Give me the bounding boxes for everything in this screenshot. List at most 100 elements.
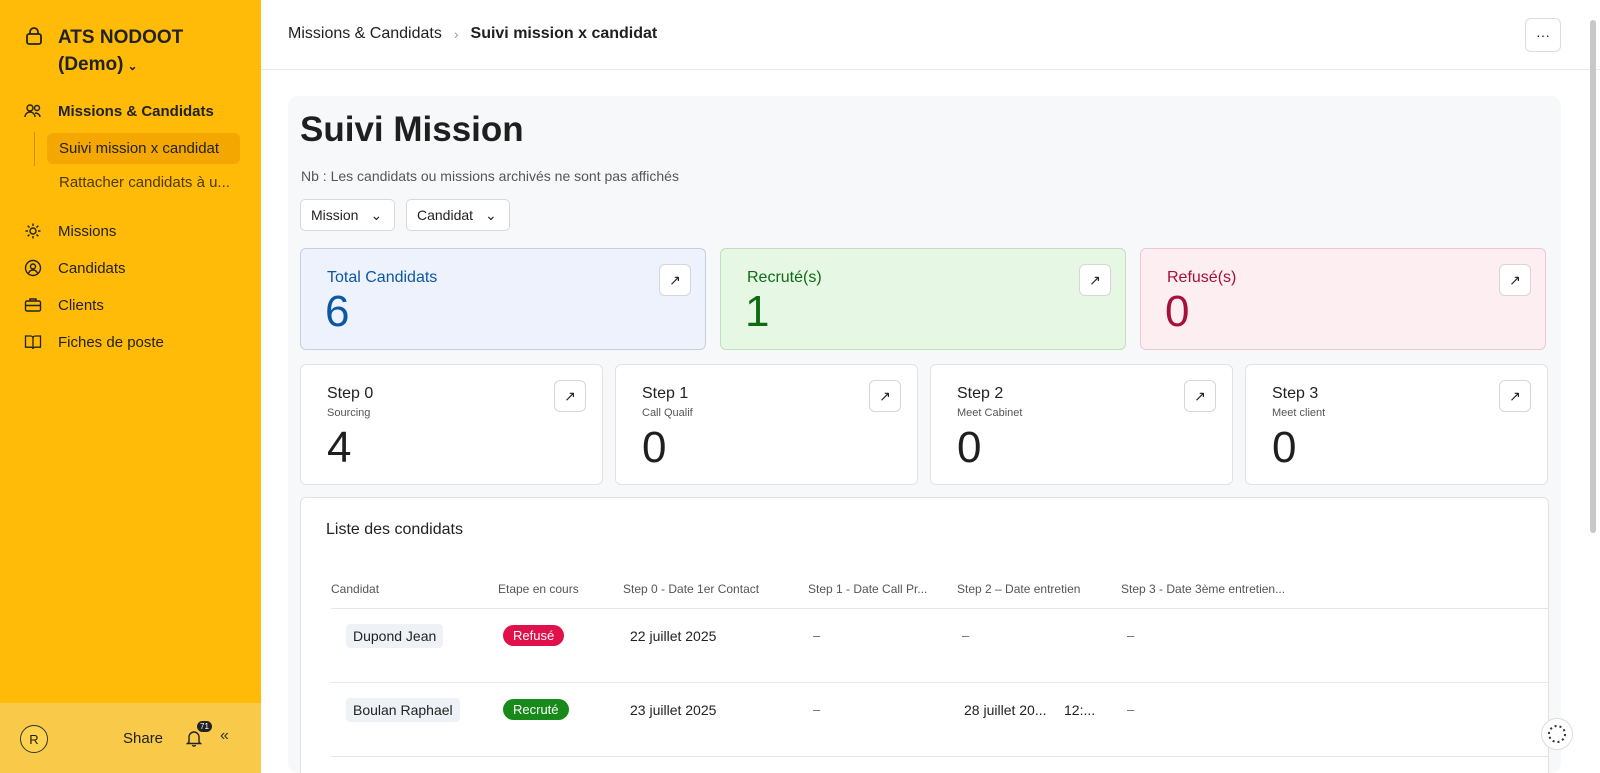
avatar[interactable]: R: [20, 725, 48, 753]
filter-label: Mission: [311, 207, 359, 223]
loading-spinner-icon: [1541, 718, 1573, 750]
open-arrow-icon[interactable]: ↗: [659, 264, 691, 296]
column-header-step0[interactable]: Step 0 - Date 1er Contact: [623, 582, 759, 596]
subnav-divider: [34, 132, 35, 166]
top-bar: Missions & Candidats › Suivi mission x c…: [261, 0, 1600, 70]
column-header-etape[interactable]: Etape en cours: [498, 582, 579, 596]
sidebar-item-label: Candidats: [58, 259, 126, 277]
column-header-step3[interactable]: Step 3 - Date 3ème entretien...: [1121, 582, 1285, 596]
notification-count-badge: 71: [197, 721, 212, 732]
step-label: Step 2: [957, 385, 1004, 402]
sidebar-item-suivi-mission[interactable]: Suivi mission x candidat: [47, 133, 240, 164]
step-value: 0: [642, 423, 667, 472]
sidebar-footer: R Share 71 «: [0, 703, 261, 773]
table-divider: [331, 756, 1549, 757]
sidebar-item-label: Missions: [58, 222, 117, 240]
page-note: Nb : Les candidats ou missions archivés …: [301, 168, 679, 184]
kpi-label: Recruté(s): [747, 269, 822, 286]
open-arrow-icon[interactable]: ↗: [869, 380, 901, 412]
step-sublabel: Sourcing: [327, 407, 371, 419]
table-divider: [331, 682, 1549, 683]
bell-icon[interactable]: [186, 729, 202, 747]
chevron-down-icon: ⌄: [485, 206, 497, 223]
spinner-icon: [1548, 725, 1566, 743]
kpi-value: 1: [745, 287, 770, 336]
table-divider: [331, 608, 1549, 609]
candidate-chip[interactable]: Dupond Jean: [346, 624, 444, 648]
breadcrumb-parent[interactable]: Missions & Candidats: [288, 25, 442, 43]
kpi-refuses: Refusé(s) 0 ↗: [1140, 248, 1546, 350]
sidebar-section-missions-candidats[interactable]: Missions & Candidats: [24, 102, 214, 120]
table-cell-step0: 22 juillet 2025: [630, 628, 717, 644]
workspace-name-line2: (Demo): [58, 54, 124, 75]
open-arrow-icon[interactable]: ↗: [554, 380, 586, 412]
candidat-filter-dropdown[interactable]: Candidat ⌄: [406, 199, 510, 231]
book-icon: [24, 335, 42, 350]
chevron-right-icon: ›: [453, 26, 459, 42]
column-header-step2[interactable]: Step 2 – Date entretien: [957, 582, 1080, 596]
briefcase-icon: [24, 298, 42, 312]
sidebar-item-clients[interactable]: Clients: [24, 296, 104, 314]
sidebar-item-rattacher-candidats[interactable]: Rattacher candidats à u...: [59, 174, 239, 191]
step-sublabel: Meet client: [1272, 407, 1326, 419]
lock-icon: [26, 27, 42, 45]
chevron-down-icon: ⌄: [127, 59, 138, 73]
kpi-label: Refusé(s): [1167, 269, 1237, 286]
sidebar-item-label: Fiches de poste: [58, 333, 164, 351]
table-cell-step3: –: [1127, 702, 1135, 717]
sidebar-item-label: Clients: [58, 296, 104, 314]
column-header-candidat[interactable]: Candidat: [331, 582, 379, 596]
page-title: Suivi Mission: [300, 110, 524, 149]
kpi-total-candidats: Total Candidats 6 ↗: [300, 248, 706, 350]
people-icon: [24, 104, 41, 118]
table-cell-step2: 28 juillet 20...: [964, 702, 1047, 718]
status-badge: Refusé: [503, 625, 565, 646]
filter-label: Candidat: [417, 207, 474, 223]
step-value: 4: [327, 423, 352, 472]
open-arrow-icon[interactable]: ↗: [1184, 380, 1216, 412]
status-badge: Recruté: [503, 699, 569, 720]
table-cell-step2: –: [962, 628, 970, 643]
step-label: Step 0: [327, 385, 374, 402]
step-sublabel: Meet Cabinet: [957, 407, 1023, 419]
sidebar-item-missions[interactable]: Missions: [24, 222, 116, 240]
list-title: Liste des condidats: [326, 521, 463, 538]
breadcrumb: Missions & Candidats › Suivi mission x c…: [288, 25, 657, 43]
step-value: 0: [1272, 423, 1297, 472]
open-arrow-icon[interactable]: ↗: [1499, 264, 1531, 296]
sidebar-item-candidats[interactable]: Candidats: [24, 259, 126, 277]
workspace-switcher[interactable]: ATS NODOOT (Demo) ⌄: [24, 24, 183, 80]
kpi-label: Total Candidats: [327, 269, 438, 286]
mission-filter-dropdown[interactable]: Mission ⌄: [300, 199, 395, 231]
step-label: Step 3: [1272, 385, 1319, 402]
step-label: Step 1: [642, 385, 689, 402]
chevron-down-icon: ⌄: [370, 206, 383, 223]
step-card-0: Step 0 Sourcing 4 ↗: [300, 364, 603, 485]
breadcrumb-current: Suivi mission x candidat: [470, 25, 658, 42]
kpi-recrutes: Recruté(s) 1 ↗: [720, 248, 1126, 350]
table-cell-step2-time: 12:...: [1064, 702, 1096, 718]
user-circle-icon: [24, 259, 42, 277]
step-sublabel: Call Qualif: [642, 407, 693, 419]
workspace-name-line1: ATS NODOOT: [58, 27, 184, 48]
more-options-button[interactable]: ···: [1525, 18, 1561, 52]
kpi-value: 6: [325, 287, 350, 336]
kpi-value: 0: [1165, 287, 1190, 336]
table-cell-step1: –: [813, 628, 821, 643]
table-cell-step3: –: [1127, 628, 1135, 643]
open-arrow-icon[interactable]: ↗: [1079, 264, 1111, 296]
page-scrollbar[interactable]: [1590, 20, 1596, 533]
step-card-3: Step 3 Meet client 0 ↗: [1245, 364, 1548, 485]
column-header-step1[interactable]: Step 1 - Date Call Pr...: [808, 582, 927, 596]
open-arrow-icon[interactable]: ↗: [1499, 380, 1531, 412]
gear-icon: [25, 223, 41, 239]
step-value: 0: [957, 423, 982, 472]
candidate-list-card: [300, 497, 1549, 773]
collapse-sidebar-icon[interactable]: «: [220, 727, 229, 745]
candidate-chip[interactable]: Boulan Raphael: [346, 698, 460, 722]
sidebar-item-fiches-de-poste[interactable]: Fiches de poste: [24, 333, 164, 351]
sidebar: ATS NODOOT (Demo) ⌄ Missions & Candidats …: [0, 0, 261, 773]
share-button[interactable]: Share: [123, 730, 163, 747]
sidebar-section-label: Missions & Candidats: [58, 102, 214, 120]
table-cell-step1: –: [813, 702, 821, 717]
